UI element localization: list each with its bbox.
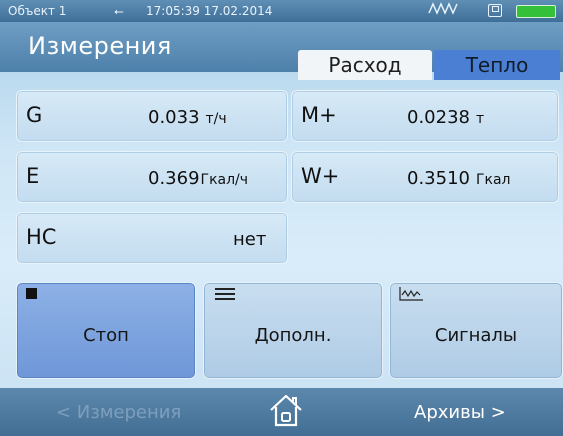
header: Измерения Расход Тепло <box>0 22 563 80</box>
cell-label: НС <box>26 225 57 249</box>
cell-g[interactable]: G 0.033 т/ч <box>16 90 288 142</box>
cell-value: 0.033 т/ч <box>148 107 227 128</box>
bottom-nav: < Измерения Архивы > <box>0 388 563 436</box>
signals-button[interactable]: Сигналы <box>389 282 563 379</box>
stop-button[interactable]: Стоп <box>16 282 196 379</box>
forward-nav-button[interactable]: Архивы > <box>414 402 506 423</box>
stop-icon <box>26 288 37 299</box>
signal-graph-icon <box>398 286 424 306</box>
cell-value: 0.3510 Гкал <box>407 168 511 189</box>
cell-label: W+ <box>301 164 340 188</box>
cell-e[interactable]: E 0.369Гкал/ч <box>16 151 288 203</box>
more-button[interactable]: Дополн. <box>203 282 383 379</box>
cell-label: E <box>26 164 40 188</box>
back-nav-button[interactable]: < Измерения <box>56 402 181 423</box>
signals-button-label: Сигналы <box>434 325 518 346</box>
cell-value: нет <box>233 229 267 250</box>
tab-teplo[interactable]: Тепло <box>434 50 560 80</box>
usb-icon: ⭠ <box>114 4 124 18</box>
page-title: Измерения <box>28 32 172 60</box>
status-bar: Объект 1 ⭠ 17:05:39 17.02.2014 <box>0 0 563 22</box>
battery-icon <box>516 5 556 18</box>
home-icon[interactable] <box>268 393 304 433</box>
cell-w-plus[interactable]: W+ 0.3510 Гкал <box>291 151 559 203</box>
cell-m-plus[interactable]: M+ 0.0238 т <box>291 90 559 142</box>
sd-card-icon <box>488 4 502 17</box>
object-label: Объект 1 <box>8 4 67 18</box>
cell-label: M+ <box>301 103 337 127</box>
tab-rashod[interactable]: Расход <box>298 50 432 80</box>
signal-wave-icon <box>428 0 460 22</box>
cell-nc[interactable]: НС нет <box>16 212 288 264</box>
cell-value: 0.369Гкал/ч <box>148 168 249 189</box>
cell-value: 0.0238 т <box>407 107 485 128</box>
more-button-label: Дополн. <box>254 325 332 346</box>
stop-button-label: Стоп <box>83 325 129 346</box>
menu-icon <box>215 288 235 300</box>
cell-label: G <box>26 103 43 127</box>
datetime: 17:05:39 17.02.2014 <box>146 4 273 18</box>
device-screen: Объект 1 ⭠ 17:05:39 17.02.2014 Измерения… <box>0 0 563 436</box>
